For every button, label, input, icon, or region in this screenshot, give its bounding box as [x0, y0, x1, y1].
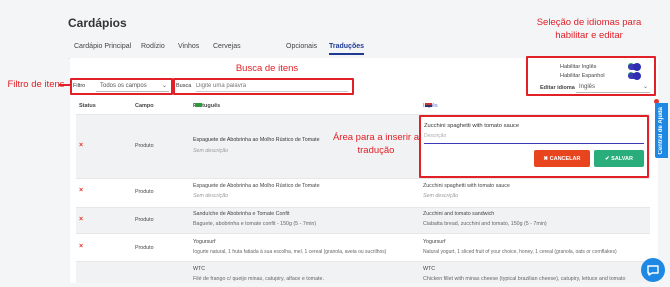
- close-icon[interactable]: ×: [79, 187, 83, 194]
- en-title: WTC: [423, 266, 436, 272]
- field-cell: Produto: [135, 217, 154, 223]
- pt-description: Filé de frango c/ queijo minas, catupiry…: [193, 276, 324, 282]
- tab-rodizio[interactable]: Rodízio: [141, 43, 165, 50]
- field-cell: Produto: [135, 245, 154, 251]
- help-center-label: Central de Ajuda: [658, 107, 664, 155]
- tab-cervejas[interactable]: Cervejas: [213, 43, 241, 50]
- annotation-languages: Seleção de idiomas para habilitar e edit…: [536, 17, 642, 41]
- chat-button[interactable]: [641, 258, 665, 282]
- page-title: Cardápios: [68, 16, 127, 30]
- pt-description: Iogurte natural, 1 fruta fatiada à sua e…: [193, 249, 387, 255]
- annotation-arrow: [59, 84, 71, 86]
- close-icon[interactable]: ×: [79, 142, 83, 149]
- en-title: Yogursurf: [423, 239, 446, 245]
- header-field: Campo: [135, 103, 154, 109]
- search-highlight-box: [173, 78, 354, 95]
- en-description: Chicken fillet with minas cheese (typica…: [423, 276, 626, 282]
- close-icon[interactable]: ×: [79, 216, 83, 223]
- table-row[interactable]: × Produto Sanduíche de Abobrinha e Tomat…: [76, 207, 650, 233]
- annotation-editor: Área para a inserir a tradução: [332, 132, 420, 156]
- pt-title: WTC: [193, 266, 206, 272]
- pt-description: Sem descrição: [193, 148, 229, 154]
- pt-title: Espaguete de Abobrinha ao Molho Rústico …: [193, 137, 320, 143]
- pt-title: Yogursurf: [193, 239, 216, 245]
- table-header: Status Campo Português Inglês: [76, 103, 650, 113]
- en-title: Zucchini spaghetti with tomato sauce: [423, 183, 510, 189]
- chat-icon: [647, 265, 659, 276]
- app-frame: Cardápios Cardápio Principal Rodízio Vin…: [0, 0, 670, 283]
- tab-opcionais[interactable]: Opcionais: [286, 43, 317, 50]
- brazil-flag-icon: [195, 103, 202, 107]
- help-center-tab[interactable]: Central de Ajuda: [655, 103, 668, 158]
- field-cell: Produto: [135, 143, 154, 149]
- en-title: Zucchini and tomato sandwich: [423, 211, 495, 217]
- tab-traducoes[interactable]: Traduções: [329, 43, 365, 55]
- close-icon[interactable]: ×: [79, 243, 83, 250]
- tab-vinhos[interactable]: Vinhos: [178, 43, 199, 50]
- us-flag-icon: [425, 103, 432, 107]
- en-description: Natural yogurt, 1 sliced fruit of your c…: [423, 249, 617, 255]
- pt-title: Espaguete de Abobrinha ao Molho Rústico …: [193, 183, 320, 189]
- en-description: Sem descrição: [423, 193, 459, 199]
- table-row[interactable]: × Produto Yogursurf Iogurte natural, 1 f…: [76, 233, 650, 261]
- table-row[interactable]: × Produto Espaguete de Abobrinha ao Molh…: [76, 178, 650, 207]
- annotation-filter: Filtro de itens: [7, 79, 65, 90]
- annotation-search: Busca de itens: [235, 63, 299, 74]
- field-cell: Produto: [135, 189, 154, 195]
- tab-cardapio-principal[interactable]: Cardápio Principal: [74, 43, 131, 50]
- pt-description: Baguete, abobrinha e tomate confit - 150…: [193, 221, 317, 227]
- filter-highlight-box: [70, 78, 173, 95]
- editor-highlight-box: [419, 115, 649, 178]
- table-row[interactable]: WTC Filé de frango c/ queijo minas, catu…: [76, 261, 650, 283]
- pt-description: Sem descrição: [193, 193, 229, 199]
- pt-title: Sanduíche de Abobrinha e Tomate Confit: [193, 211, 290, 217]
- en-description: Ciabatta bread, zucchini and tomato, 150…: [423, 221, 547, 227]
- languages-highlight-box: [526, 56, 656, 96]
- header-status: Status: [79, 103, 96, 109]
